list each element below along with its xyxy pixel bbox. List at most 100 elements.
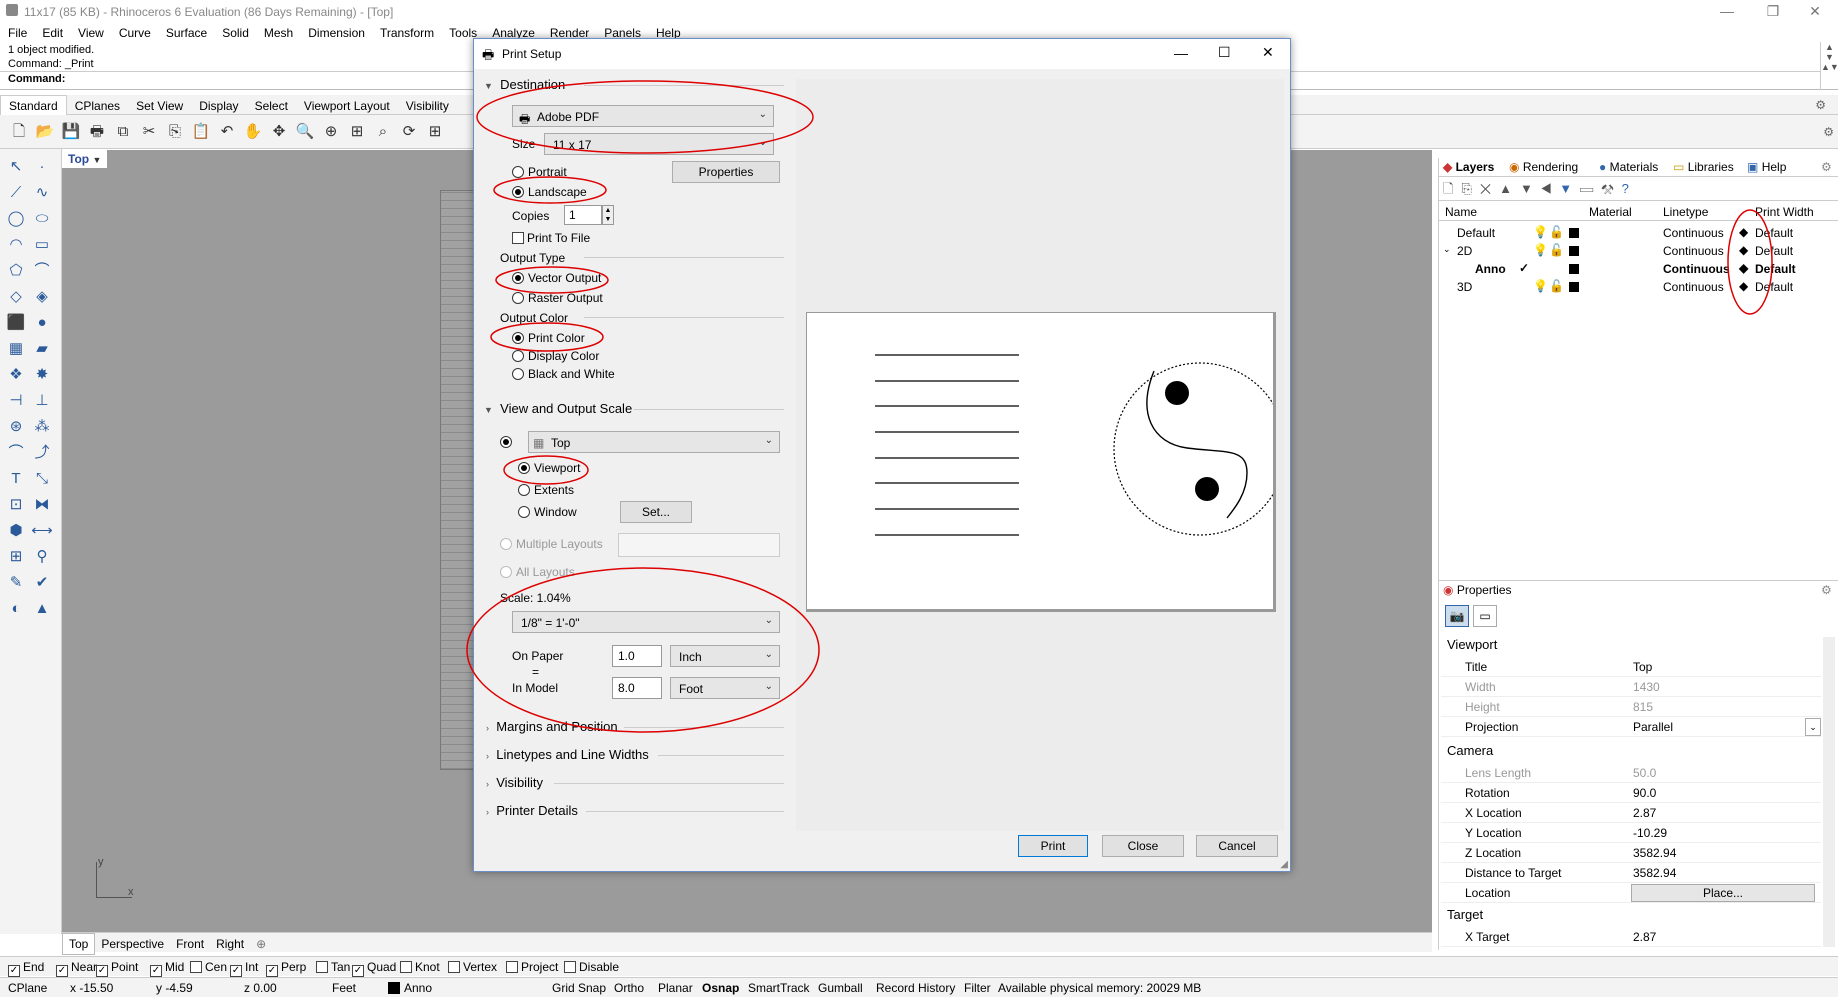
layer-name[interactable]: 3D	[1457, 280, 1472, 294]
osnap-perp-checkbox[interactable]: ✓ Perp	[266, 960, 306, 977]
osnap-quad-checkbox[interactable]: ✓ Quad	[352, 960, 396, 977]
four-viewports-icon[interactable]: ⊞	[424, 121, 446, 143]
trim-icon[interactable]: ⊣	[4, 389, 28, 413]
view-radio[interactable]	[500, 435, 516, 449]
plane-icon[interactable]: ▰	[30, 337, 54, 361]
panel-tab-libraries[interactable]: ▭ Libraries	[1673, 160, 1734, 174]
osnap-point-checkbox[interactable]: ✓ Point	[96, 960, 138, 977]
command-scroll[interactable]: ▲ ▼ ▲▼	[1820, 42, 1838, 90]
transform-icon[interactable]: ⊡	[4, 493, 28, 517]
property-value[interactable]: -10.29	[1633, 826, 1667, 840]
layer-print-width[interactable]: Default	[1755, 226, 1793, 240]
on-paper-input[interactable]: 1.0	[612, 645, 662, 667]
status-record-history[interactable]: Record History	[876, 981, 955, 995]
point-icon[interactable]: ·	[30, 155, 54, 179]
add-viewport-icon[interactable]: ⊕	[250, 934, 272, 954]
layer-linetype[interactable]: Continuous	[1663, 226, 1724, 240]
checkbox-box[interactable]	[506, 961, 518, 973]
gear-icon[interactable]: ⚙	[1821, 160, 1832, 174]
bulb-icon[interactable]: 💡	[1533, 243, 1548, 257]
property-value[interactable]: 90.0	[1633, 786, 1656, 800]
fillet-icon[interactable]: ⌒	[4, 441, 28, 465]
close-button[interactable]: Close	[1102, 835, 1184, 857]
portrait-radio[interactable]: Portrait	[512, 165, 567, 179]
scale-icon[interactable]: ⤡	[30, 467, 54, 491]
vp-tab-right[interactable]: Right	[210, 934, 250, 954]
bulb-icon[interactable]: 💡	[1533, 279, 1548, 293]
printer-dropdown[interactable]: 🖶 Adobe PDF ⌄	[512, 105, 774, 127]
print-color-radio[interactable]: Print Color	[512, 331, 585, 345]
property-value[interactable]: 3582.94	[1633, 846, 1676, 860]
mesh-icon[interactable]: ▦	[4, 337, 28, 361]
status-layer[interactable]: Anno	[404, 981, 432, 995]
tab-cplanes[interactable]: CPlanes	[67, 96, 128, 116]
tab-select[interactable]: Select	[247, 96, 296, 116]
restore-icon[interactable]: ❐	[1750, 0, 1796, 22]
checkbox-box[interactable]: ✓	[56, 965, 68, 977]
layer-color-swatch[interactable]	[1569, 264, 1579, 274]
checkbox-box[interactable]	[400, 961, 412, 973]
place-location-button[interactable]: Place...	[1631, 884, 1815, 902]
gear-icon[interactable]: ⚙	[1807, 95, 1834, 115]
scale-dropdown[interactable]: 1/8" = 1'-0" ⌄	[512, 611, 780, 633]
panel-tab-help[interactable]: ▣ Help	[1747, 160, 1786, 174]
pan-hand-icon[interactable]: ✋	[242, 121, 264, 143]
resize-grip-icon[interactable]: ◢	[1280, 859, 1288, 870]
osnap-vertex-checkbox[interactable]: Vertex	[448, 960, 497, 974]
layer-row[interactable]: Anno ✓ Continuous ◆ Default	[1439, 260, 1838, 278]
zoom-window-icon[interactable]: ⊕	[320, 121, 342, 143]
display-icon[interactable]: ▭	[1473, 605, 1497, 627]
menu-surface[interactable]: Surface	[158, 24, 214, 42]
layer-name[interactable]: 2D	[1457, 244, 1472, 258]
tab-visibility[interactable]: Visibility	[398, 96, 457, 116]
osnap-knot-checkbox[interactable]: Knot	[400, 960, 440, 974]
sphere-icon[interactable]: ●	[30, 311, 54, 335]
tab-viewport-layout[interactable]: Viewport Layout	[296, 96, 398, 116]
layer-row[interactable]: 3D 💡 🔓 Continuous ◆ Default	[1439, 278, 1838, 296]
chevron-down-icon[interactable]: ⌄	[1805, 718, 1821, 736]
close-icon[interactable]: ✕	[1792, 0, 1838, 22]
checkbox-box[interactable]: ✓	[96, 965, 108, 977]
solid-tools-icon[interactable]: ⬢	[4, 519, 28, 543]
black-white-radio[interactable]: Black and White	[512, 367, 615, 381]
lock-icon[interactable]: 🔓	[1549, 225, 1564, 239]
vp-tab-front[interactable]: Front	[170, 934, 210, 954]
checkbox-box[interactable]: ✓	[352, 965, 364, 977]
margins-section[interactable]: › Margins and Position	[486, 719, 618, 734]
mirror-icon[interactable]: ⧓	[30, 493, 54, 517]
layer-row[interactable]: ⌄ 2D 💡 🔓 Continuous ◆ Default	[1439, 242, 1838, 260]
status-cplane[interactable]: CPlane	[8, 981, 47, 995]
checkbox-box[interactable]: ✓	[8, 965, 20, 977]
print-to-file-checkbox[interactable]: Print To File	[512, 231, 590, 245]
polygon-icon[interactable]: ⬠	[4, 259, 28, 283]
rectangle-icon[interactable]: ▭	[30, 233, 54, 257]
paste-icon[interactable]: 📋	[190, 121, 212, 143]
status-ortho[interactable]: Ortho	[614, 981, 644, 995]
rotate-view-icon[interactable]: ⟳	[398, 121, 420, 143]
col-linetype[interactable]: Linetype	[1663, 205, 1708, 219]
vp-tab-perspective[interactable]: Perspective	[95, 934, 170, 954]
property-value[interactable]: Top	[1633, 660, 1652, 674]
layer-color-swatch[interactable]	[1569, 246, 1579, 256]
multiple-layouts-radio[interactable]: Multiple Layouts	[500, 537, 603, 551]
checkbox-box[interactable]	[448, 961, 460, 973]
dimension-icon[interactable]: ⟷	[30, 519, 54, 543]
all-layouts-radio[interactable]: All Layouts	[500, 565, 575, 579]
box-icon[interactable]: ⬛	[4, 311, 28, 335]
property-value[interactable]: Parallel	[1633, 720, 1673, 734]
sweep-icon[interactable]: ◈	[30, 285, 54, 309]
tab-set-view[interactable]: Set View	[128, 96, 191, 116]
menu-file[interactable]: File	[0, 24, 34, 42]
in-model-input[interactable]: 8.0	[612, 677, 662, 699]
panel-tab-rendering[interactable]: ◉ Rendering	[1509, 160, 1578, 174]
menu-view[interactable]: View	[70, 24, 111, 42]
osnap-int-checkbox[interactable]: ✓ Int	[230, 960, 258, 977]
status-osnap[interactable]: Osnap	[702, 981, 739, 995]
analyze-icon[interactable]: ✎	[4, 571, 28, 595]
extents-radio[interactable]: Extents	[518, 483, 574, 497]
property-value[interactable]: 2.87	[1633, 806, 1656, 820]
bulb-icon[interactable]: 💡	[1533, 225, 1548, 239]
arc-icon[interactable]: ◠	[4, 233, 28, 257]
print-icon[interactable]: 🖶	[86, 121, 108, 143]
open-folder-icon[interactable]: 📂	[34, 121, 56, 143]
